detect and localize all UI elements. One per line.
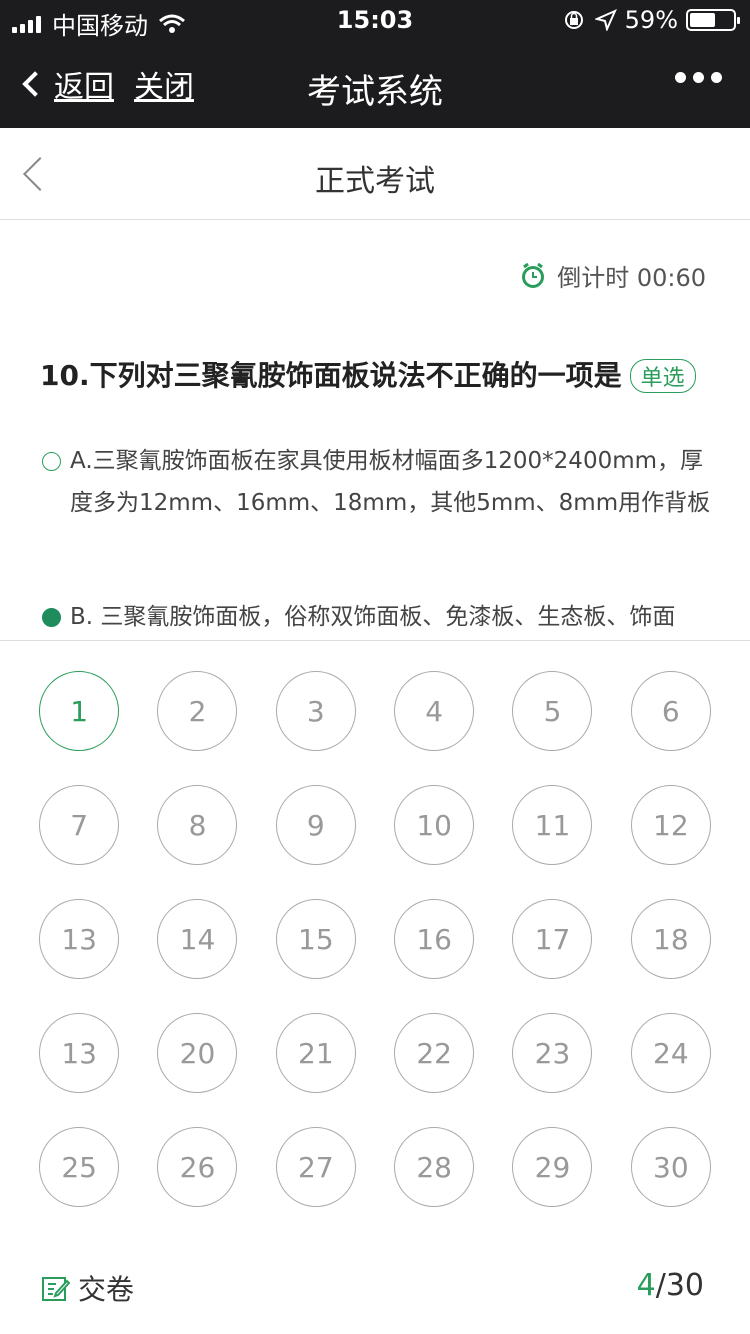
countdown-timer: 倒计时 00:60 [519,258,706,293]
page-title: 正式考试 [315,164,435,199]
question-number-button[interactable]: 3 [275,671,356,751]
progress-counter: 4/30 [637,1268,704,1303]
radio-selected-icon[interactable] [42,608,61,627]
question-number-button[interactable]: 5 [512,671,593,751]
question-cell: 16 [375,899,493,979]
question-cell: 30 [612,1127,730,1207]
battery-icon [686,9,740,31]
more-options-icon[interactable] [668,72,722,83]
question-cell: 17 [493,899,611,979]
question-stem: 10.下列对三聚氰胺饰面板说法不正确的一项是 [40,359,622,392]
page-header: 正式考试 [0,128,750,220]
question-number-button[interactable]: 18 [630,899,711,979]
option-b-text: B. 三聚氰胺饰面板，俗称双饰面板、免漆板、生态板、饰面 [70,604,676,630]
question-number-button[interactable]: 24 [630,1013,711,1093]
question-cell: 2 [138,671,256,751]
current-question-number: 4 [636,1268,656,1303]
question-cell: 26 [138,1127,256,1207]
question-cell: 29 [493,1127,611,1207]
question-cell: 23 [493,1013,611,1093]
question-cell: 24 [612,1013,730,1093]
stopwatch-icon [522,262,545,288]
timer-label: 倒计时 00:60 [557,264,706,292]
question-number-grid: 1 2 3 4 5 6 7 8 9 10 11 12 13 14 15 16 17 18 13 20 21 22 23 24 2… [20,671,730,1207]
question-number-button[interactable]: 25 [39,1127,120,1207]
submit-button[interactable]: 交卷 [40,1268,134,1308]
question-cell: 10 [375,785,493,865]
question-cell: 12 [612,785,730,865]
question-number-button[interactable]: 30 [630,1127,711,1207]
question-type-badge: 单选 [629,359,696,393]
question-cell: 5 [493,671,611,751]
question-number-button[interactable]: 6 [630,671,711,751]
app-title: 考试系统 [307,72,443,112]
question-cell: 3 [257,671,375,751]
footer-bar: 交卷 4/30 [0,1250,750,1330]
question-cell: 6 [612,671,730,751]
question-number-button[interactable]: 11 [512,785,593,865]
question-number-button[interactable]: 27 [275,1127,356,1207]
submit-label: 交卷 [78,1273,135,1306]
question-number-button[interactable]: 29 [512,1127,593,1207]
question-number-button[interactable]: 13 [39,899,120,979]
radio-unselected-icon[interactable] [42,452,61,471]
question-text: 10.下列对三聚氰胺饰面板说法不正确的一项是 单选 [40,354,720,394]
question-number-button[interactable]: 21 [275,1013,356,1093]
question-number-button[interactable]: 13 [39,1013,120,1093]
question-cell: 13 [20,899,138,979]
battery-percent: 59% [624,6,678,34]
question-number-button[interactable]: 16 [394,899,475,979]
question-cell: 8 [138,785,256,865]
edit-icon [42,1277,70,1301]
question-number-button[interactable]: 14 [157,899,238,979]
question-number-button[interactable]: 12 [630,785,711,865]
question-cell: 13 [20,1013,138,1093]
option-a[interactable]: A.三聚氰胺饰面板在家具使用板材幅面多1200*2400mm，厚度多为12mm、… [42,440,712,524]
status-bar: 中国移动 15:03 59% [0,0,750,40]
question-number-button[interactable]: 20 [157,1013,238,1093]
orientation-lock-icon [564,11,583,29]
question-number-button[interactable]: 22 [394,1013,475,1093]
question-cell: 9 [257,785,375,865]
answer-sheet-panel: 1 2 3 4 5 6 7 8 9 10 11 12 13 14 15 16 17 18 13 20 21 22 23 24 2… [0,640,750,1334]
question-cell: 28 [375,1127,493,1207]
total-questions: 30 [665,1268,704,1303]
question-cell: 21 [257,1013,375,1093]
question-number-button[interactable]: 10 [394,785,475,865]
question-cell: 4 [375,671,493,751]
question-cell: 1 [20,671,138,751]
question-number-button[interactable]: 15 [275,899,356,979]
question-cell: 14 [138,899,256,979]
question-number-button[interactable]: 28 [394,1127,475,1207]
question-number-button[interactable]: 8 [157,785,238,865]
progress-separator: / [655,1268,666,1303]
question-cell: 11 [493,785,611,865]
question-number-button[interactable]: 7 [39,785,120,865]
question-cell: 22 [375,1013,493,1093]
question-number-button[interactable]: 2 [157,671,238,751]
question-cell: 7 [20,785,138,865]
location-icon [594,9,617,31]
question-number-button[interactable]: 23 [512,1013,593,1093]
question-number-button[interactable]: 9 [275,785,356,865]
question-cell: 15 [257,899,375,979]
question-number-button[interactable]: 4 [394,671,475,751]
question-cell: 18 [612,899,730,979]
question-cell: 27 [257,1127,375,1207]
option-a-text: A.三聚氰胺饰面板在家具使用板材幅面多1200*2400mm，厚度多为12mm、… [70,448,711,516]
wechat-nav-bar: 返回 关闭 考试系统 [0,40,750,128]
option-b[interactable]: B. 三聚氰胺饰面板，俗称双饰面板、免漆板、生态板、饰面 [42,596,712,638]
question-cell: 25 [20,1127,138,1207]
question-number-button[interactable]: 17 [512,899,593,979]
question-number-button[interactable]: 1 [39,671,120,751]
question-number-button[interactable]: 26 [157,1127,238,1207]
question-cell: 20 [138,1013,256,1093]
